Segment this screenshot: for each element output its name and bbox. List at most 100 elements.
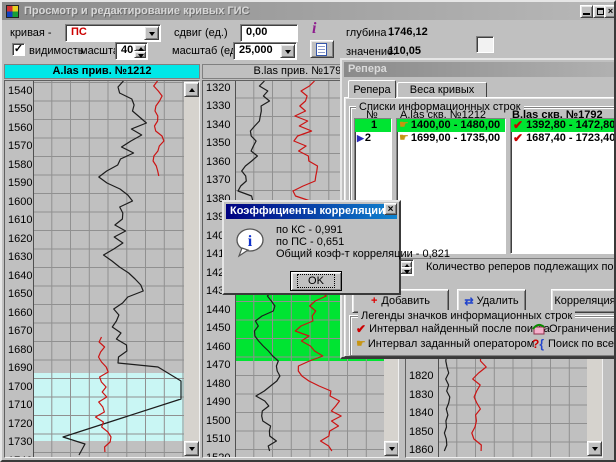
scale-pct-spinner[interactable]: 40 — [115, 42, 148, 60]
question-icon: ? — [532, 337, 539, 351]
correlation-dialog: Коэффициенты корреляции × i по КС - 0,99… — [222, 200, 401, 295]
current-row-icon: ▶ — [357, 132, 364, 145]
depth-label: 1340 — [206, 119, 230, 131]
info-icon: i — [312, 20, 316, 38]
document-icon — [316, 43, 327, 56]
curve-panel-a[interactable]: 1540155015601570158015901600161016201630… — [4, 80, 200, 458]
list-item[interactable]: ✔1392,80 - 1472,80 — [511, 119, 616, 132]
depth-label: 1680 — [8, 344, 32, 356]
app-icon — [6, 5, 19, 18]
scrollbar-down-button[interactable] — [184, 441, 199, 456]
spinner-arrows[interactable] — [400, 261, 412, 274]
legend-search-all: ?{ Поиск по всем — [532, 337, 616, 351]
shift-input[interactable]: 0,00 — [240, 24, 298, 42]
list-item[interactable]: ▶2 — [355, 132, 391, 145]
depth-label: 1730 — [8, 436, 32, 448]
dialog-titlebar[interactable]: Коэффициенты корреляции — [226, 204, 397, 219]
depth-value: 1746,12 — [388, 26, 428, 38]
tab-vesa-krivyh[interactable]: Веса кривых ГИС — [397, 82, 487, 98]
dialog-line-total: Общий коэф-т корреляции - 0,821 — [276, 248, 450, 260]
depth-label: 1360 — [206, 156, 230, 168]
dialog-line-ks: по КС - 0,991 — [276, 224, 343, 236]
close-button[interactable]: × — [604, 5, 616, 18]
depth-label: 1710 — [8, 399, 32, 411]
list-item[interactable]: 1 — [355, 119, 391, 132]
dialog-line-ps: по ПС - 0,651 — [276, 236, 344, 248]
depth-label: 1480 — [206, 378, 230, 390]
list-item[interactable]: ☛1699,00 - 1735,00 — [397, 132, 505, 145]
brace-icon: { — [539, 337, 544, 351]
curve-combobox[interactable]: ПС — [65, 24, 161, 42]
info-bubble-icon: i — [234, 226, 266, 258]
depth-label: 1690 — [8, 362, 32, 374]
depth-label: 1500 — [206, 415, 230, 427]
scrollbar-down-button[interactable] — [384, 441, 399, 456]
legend-group-title: Легенды значков информационных строк — [358, 310, 575, 322]
swap-arrows-icon: ⇄ — [464, 295, 473, 308]
repera-titlebar[interactable]: Репера — [344, 62, 616, 77]
chevron-down-icon[interactable] — [280, 44, 295, 58]
svg-text:i: i — [248, 233, 253, 250]
found-interval-icon: ✔ — [513, 132, 523, 145]
minimize-icon — [583, 13, 590, 15]
ok-button[interactable]: OK — [290, 271, 342, 291]
scale-units-value: 25,000 — [239, 44, 273, 56]
depth-label: 1830 — [409, 389, 433, 401]
list-item[interactable]: ✔1687,40 - 1723,40 — [511, 132, 616, 145]
tab-repera[interactable]: Репера — [348, 80, 396, 98]
depth-label: 1520 — [206, 452, 230, 459]
depth-label: 1700 — [8, 381, 32, 393]
intervals-a-list[interactable]: ☛1400,00 - 1480,00 ☛1699,00 - 1735,00 — [396, 118, 506, 254]
depth-scale: 1540155015601570158015901600161016201630… — [5, 81, 33, 457]
depth-label: 1630 — [8, 251, 32, 263]
depth-label: 1610 — [8, 214, 32, 226]
depth-label: 1350 — [206, 137, 230, 149]
depth-label: 1620 — [8, 233, 32, 245]
list-item[interactable]: ☛1400,00 - 1480,00 — [397, 119, 505, 132]
operator-interval-icon: ☛ — [399, 119, 409, 132]
depth-label: 1740 — [8, 455, 32, 459]
depth-label: 1570 — [8, 140, 32, 152]
spinner-arrows[interactable] — [134, 44, 146, 58]
depth-label: глубина : — [346, 27, 393, 39]
depth-label: 1820 — [409, 370, 433, 382]
operator-interval-icon: ☛ — [356, 337, 366, 350]
depth-label: 1840 — [409, 407, 433, 419]
plus-icon: + — [371, 295, 377, 307]
value-value: 110,05 — [388, 45, 421, 57]
main-titlebar: Просмотр и редактирование кривых ГИС — [2, 2, 614, 20]
scale-pct-value: 40 — [121, 44, 133, 56]
depth-label: 1510 — [206, 433, 230, 445]
depth-label: 1640 — [8, 270, 32, 282]
depth-label: 1330 — [206, 100, 230, 112]
curve-value: ПС — [71, 26, 87, 38]
operator-interval-icon: ☛ — [399, 132, 409, 145]
legend-restriction: Ограничение и — [532, 322, 616, 335]
depth-label: 1720 — [8, 418, 32, 430]
depth-label: 1580 — [8, 159, 32, 171]
vertical-scrollbar[interactable] — [184, 82, 200, 456]
depth-label: 1370 — [206, 174, 230, 186]
scrollbar-down-button[interactable] — [587, 441, 602, 456]
chevron-down-icon[interactable] — [144, 26, 159, 40]
depth-label: 1670 — [8, 325, 32, 337]
scale-units-combobox[interactable]: 25,000 — [233, 42, 297, 60]
visibility-checkbox[interactable]: ✓ — [12, 43, 25, 56]
restore-icon — [597, 8, 604, 15]
minimize-button[interactable] — [580, 5, 593, 18]
blank-field — [476, 36, 494, 53]
document-button[interactable] — [310, 40, 334, 58]
depth-label: 1540 — [8, 85, 32, 97]
depth-label: 1450 — [206, 322, 230, 334]
visibility-label: видимость — [29, 45, 84, 57]
depth-label: 1490 — [206, 396, 230, 408]
depth-label: 1320 — [206, 82, 230, 94]
shift-label: сдвиг (ед.) — [174, 27, 228, 39]
depth-label: 1650 — [8, 288, 32, 300]
panel-a-header[interactable]: A.las прив. №1212 — [4, 64, 200, 79]
scrollbar-up-button[interactable] — [184, 82, 199, 97]
depth-label: 1860 — [409, 444, 433, 456]
intervals-b-list[interactable]: ✔1392,80 - 1472,80 ✔1687,40 - 1723,40 — [510, 118, 616, 254]
dialog-close-button[interactable]: × — [384, 203, 397, 215]
curve-plot — [33, 81, 184, 457]
